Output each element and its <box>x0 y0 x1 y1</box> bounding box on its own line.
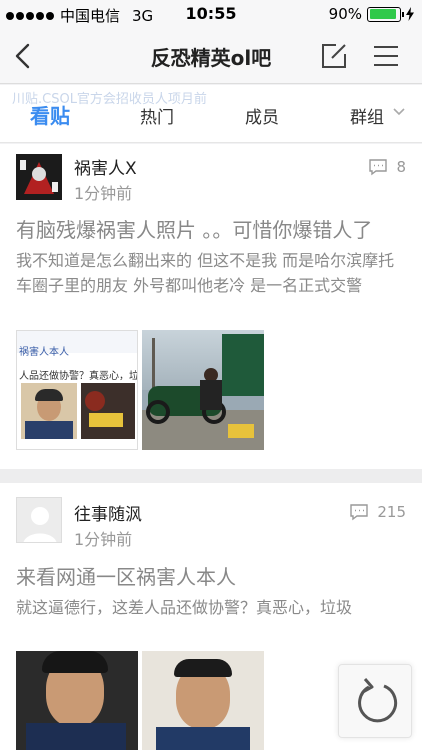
chevron-down-icon[interactable] <box>392 107 406 117</box>
avatar[interactable] <box>16 154 62 200</box>
status-right: 90% <box>329 5 414 23</box>
post-image[interactable] <box>16 651 138 750</box>
image-caption: 人品还做协警？真恶心，垃圾 <box>19 371 138 382</box>
post-image[interactable] <box>142 651 264 750</box>
avatar[interactable] <box>16 497 62 543</box>
post-time: 1分钟前 <box>74 530 133 549</box>
tab-posts[interactable]: 看贴 <box>30 100 70 129</box>
comment-count: 215 <box>349 503 406 521</box>
post-image[interactable]: 祸害人本人 人品还做协警？真恶心，垃圾 <box>16 330 138 450</box>
tab-members[interactable]: 成员 <box>245 103 279 128</box>
post-title[interactable]: 有脑残爆祸害人照片 。。可惜你爆错人了 <box>16 216 410 244</box>
charging-icon <box>406 7 414 21</box>
post-author[interactable]: 往事随沨 <box>74 500 142 525</box>
status-bar: 中国电信 3G 10:55 90% <box>0 0 422 28</box>
comment-count-value: 8 <box>396 158 406 176</box>
battery-icon <box>367 6 404 22</box>
post-body[interactable]: 就这逼德行，这差人品还做协警？真恶心，垃圾 <box>16 595 402 620</box>
post-body[interactable]: 我不知道是怎么翻出来的 但这不是我 而是哈尔滨摩托车圈子里的朋友 外号都叫他老冷… <box>16 248 402 298</box>
tab-hot[interactable]: 热门 <box>140 103 174 128</box>
post-time: 1分钟前 <box>74 184 133 203</box>
image-caption: 祸害人本人 <box>19 347 69 358</box>
menu-icon[interactable] <box>372 42 400 70</box>
tab-groups[interactable]: 群组 <box>350 103 384 128</box>
tab-bar: 川贴.CSOL官方会招收员人项月前 看贴 热门 成员 群组 <box>0 85 422 143</box>
refresh-icon <box>358 678 398 723</box>
compose-icon[interactable] <box>320 42 348 70</box>
post-image[interactable] <box>142 330 264 450</box>
forum-title: 反恐精英ol吧 <box>150 46 272 70</box>
comment-count-value: 215 <box>377 503 406 521</box>
navigation-bar: 反恐精英ol吧 <box>0 28 422 84</box>
battery-percent: 90% <box>328 5 362 23</box>
comment-icon <box>369 159 388 176</box>
post-title[interactable]: 来看网通一区祸害人本人 <box>16 563 410 591</box>
comment-icon <box>350 504 369 521</box>
post-card[interactable]: 祸害人X 1分钟前 8 有脑残爆祸害人照片 。。可惜你爆错人了 我不知道是怎么翻… <box>0 144 422 469</box>
refresh-button[interactable] <box>338 664 412 738</box>
post-author[interactable]: 祸害人X <box>74 154 137 179</box>
post-divider <box>0 469 422 483</box>
comment-count: 8 <box>368 158 406 176</box>
